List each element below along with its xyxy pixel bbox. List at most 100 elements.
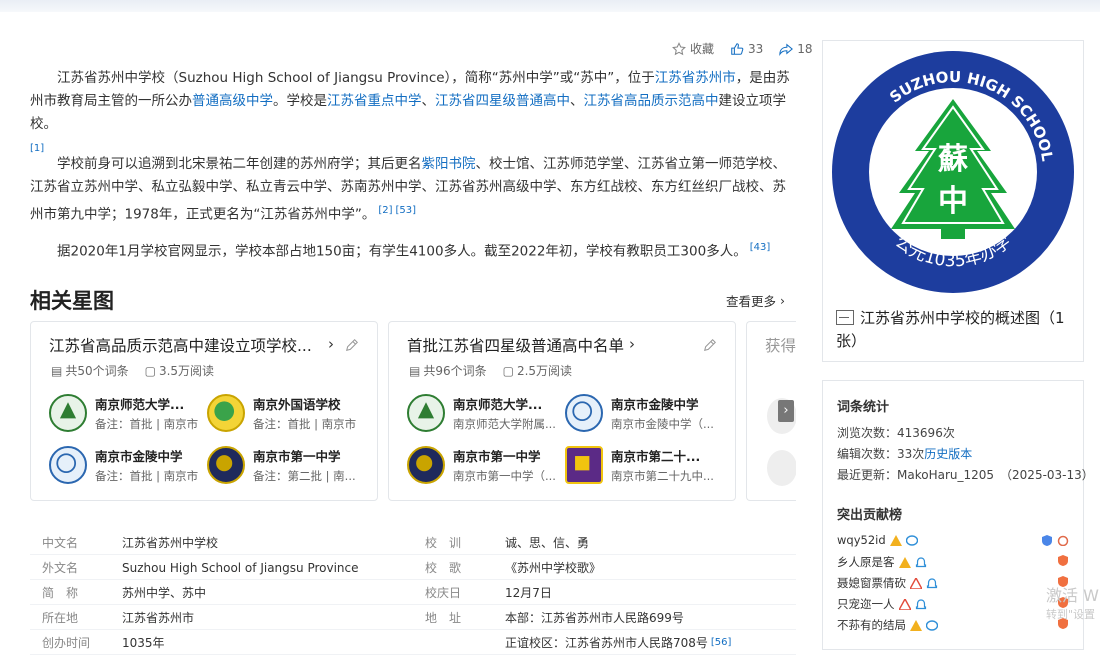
- warning-badge-icon: [898, 556, 911, 568]
- entry-count-text: 共96个词条: [423, 364, 487, 378]
- reference-56[interactable]: [56]: [711, 637, 732, 648]
- share-count: 18: [797, 41, 813, 56]
- reference-43[interactable]: [43]: [750, 242, 771, 253]
- contributor-row[interactable]: 只宠迩一人: [837, 596, 1069, 612]
- like-count: 33: [748, 41, 764, 56]
- info-value: Suzhou High School of Jiangsu Province: [122, 560, 359, 575]
- link-suzhou-city[interactable]: 江苏省苏州市: [655, 70, 736, 86]
- pencil-icon[interactable]: [345, 338, 359, 352]
- intro-paragraph-1: 江苏省苏州中学校（Suzhou High School of Jiangsu P…: [30, 67, 798, 160]
- share-button[interactable]: 18: [779, 41, 813, 56]
- school-logo: [49, 446, 87, 484]
- entry-note: 南京市第二十九中...: [611, 469, 714, 483]
- link-key-middle-school[interactable]: 江苏省重点中学: [327, 93, 422, 109]
- list-item[interactable]: 南京市第二十... 南京市第二十九中...: [565, 444, 725, 486]
- star-icon: [672, 41, 686, 55]
- reference-53[interactable]: [53]: [396, 205, 417, 216]
- updated-label: 最近更新：: [837, 468, 898, 482]
- contributor-name: 只宠迩一人: [837, 597, 895, 611]
- entry-stats-panel: 词条统计 浏览次数：413696次 编辑次数：33次历史版本 最近更新：Mako…: [822, 380, 1094, 650]
- see-more-link[interactable]: 查看更多 ›: [726, 291, 785, 310]
- entry-name: 南京市第一中学: [253, 449, 341, 464]
- edits-value: 33次: [897, 447, 925, 461]
- history-version-link[interactable]: 历史版本: [924, 447, 972, 461]
- card-stats: ▤ 共96个词条 ▢ 2.5万阅读: [409, 362, 572, 379]
- info-value: 本部：江苏省苏州市人民路699号: [505, 611, 684, 625]
- entry-count: ▤ 共50个词条: [51, 362, 129, 379]
- p1-text-d: 、: [421, 93, 436, 109]
- list-item[interactable]: 南京师范大学... 备注：首批 | 南京市: [49, 392, 209, 434]
- entry-name: 南京外国语学校: [253, 397, 341, 412]
- link-high-quality-school[interactable]: 江苏省高品质示范高中: [584, 93, 719, 109]
- activation-watermark-hint: 转到"设置: [1046, 608, 1096, 621]
- views-value: 413696次: [897, 426, 955, 440]
- star-map-card-1[interactable]: 江苏省高品质示范高中建设立项学校... › ▤ 共50个词条 ▢ 3.5万阅读 南京…: [30, 321, 378, 501]
- edits-label: 编辑次数：: [837, 447, 898, 461]
- collect-button[interactable]: 收藏: [672, 40, 714, 57]
- info-value: 正谊校区：江苏省苏州市人民路708号: [505, 636, 708, 650]
- shield-badge-icon: [1042, 534, 1052, 546]
- list-item[interactable]: 南京市金陵中学 南京市金陵中学（...: [565, 392, 725, 434]
- school-logo: [207, 394, 245, 432]
- card-title[interactable]: 首批江苏省四星级普通高中名单: [407, 334, 624, 356]
- card-title[interactable]: 江苏省高品质示范高中建设立项学校...: [49, 334, 312, 356]
- contributor-row[interactable]: wqy52id: [837, 533, 1069, 547]
- chat-badge-icon: [905, 534, 918, 546]
- info-value: 江苏省苏州市: [122, 611, 195, 625]
- list-item[interactable]: 南京市第一中学南京市第一中学（...: [407, 444, 567, 486]
- pencil-icon[interactable]: [703, 338, 717, 352]
- share-icon: [779, 43, 794, 56]
- related-section-title: 相关星图: [30, 289, 114, 313]
- school-logo: [407, 446, 445, 484]
- like-button[interactable]: 33: [730, 42, 763, 56]
- contributors-title: 突出贡献榜: [837, 508, 903, 523]
- p3-text: 据2020年1月学校官网显示，学校本部占地150亩；有学生4100多人。截至20…: [57, 243, 747, 260]
- read-count-text: 3.5万阅读: [158, 364, 215, 378]
- entry-name: 南京师范大学...: [95, 397, 185, 412]
- contributor-name: 聂媳窗票倩砍: [837, 576, 906, 590]
- flame-badge-icon: [1058, 555, 1068, 566]
- entry-note: 南京师范大学附属...: [453, 417, 556, 431]
- collect-label: 收藏: [690, 42, 715, 56]
- contributor-row[interactable]: 聂媳窗票倩砍: [837, 575, 1069, 591]
- image-caption[interactable]: 江苏省苏州中学校的概述图（1张）: [836, 307, 1076, 353]
- link-general-high-school[interactable]: 普通高级中学: [192, 93, 273, 109]
- contributor-row[interactable]: 不荪有的结局: [837, 617, 1069, 633]
- bell-badge-icon: [926, 577, 938, 588]
- info-key: 校庆日: [425, 586, 462, 600]
- p1-text-a: 江苏省苏州中学校（Suzhou High School of Jiangsu P…: [57, 70, 655, 86]
- list-item[interactable]: 南京市第一中学备注：第二批 | 南...: [207, 444, 367, 486]
- views-label: 浏览次数：: [837, 426, 898, 440]
- chevron-right-icon[interactable]: ›: [328, 335, 334, 353]
- card-title[interactable]: 获得: [765, 334, 796, 356]
- info-value: 江苏省苏州中学校: [122, 536, 219, 550]
- info-value: 12月7日: [505, 586, 552, 600]
- list-item[interactable]: 南京师范大学... 南京师范大学附属...: [407, 392, 567, 434]
- bell-badge-icon: [915, 598, 926, 609]
- info-key: 地 址: [425, 611, 462, 625]
- entry-name: 南京市第一中学: [453, 449, 541, 464]
- read-count: ▢ 3.5万阅读: [145, 362, 214, 379]
- entry-note: 备注：首批 | 南京市: [95, 469, 199, 483]
- entry-name: 南京市第二十...: [611, 449, 701, 464]
- list-item[interactable]: 南京市金陵中学 备注：首批 | 南京市: [49, 444, 209, 486]
- contributor-row[interactable]: 乡人原是客: [837, 554, 1069, 570]
- reference-2[interactable]: [2]: [378, 205, 392, 216]
- link-ziyang-academy[interactable]: 紫阳书院: [422, 156, 476, 172]
- last-updated: 最近更新：MakoHaru_1205 （2025-03-13）: [837, 466, 1094, 483]
- emblem-char-bottom: 中: [938, 184, 968, 219]
- carousel-next-button[interactable]: ›: [778, 400, 794, 422]
- entry-note: 南京市第一中学（...: [453, 469, 556, 483]
- contributor-name: wqy52id: [837, 533, 886, 547]
- info-key: 简 称: [42, 586, 79, 600]
- book-icon: ▢: [144, 363, 156, 378]
- list-item[interactable]: 南京外国语学校 备注：首批 | 南京市: [207, 392, 367, 434]
- star-map-card-2[interactable]: 首批江苏省四星级普通高中名单 › ▤ 共96个词条 ▢ 2.5万阅读 南京师范大学.…: [388, 321, 736, 501]
- p1-text-c: 。学校是: [273, 93, 327, 109]
- school-song-link[interactable]: 《苏州中学校歌》: [505, 559, 601, 576]
- image-caption-text: 江苏省苏州中学校的概述图（1张）: [836, 309, 1065, 350]
- entry-note: 备注：第二批 | 南...: [253, 469, 356, 483]
- school-logo: [767, 450, 796, 486]
- chevron-right-icon[interactable]: ›: [629, 335, 635, 353]
- link-four-star-high-school[interactable]: 江苏省四星级普通高中: [435, 93, 570, 109]
